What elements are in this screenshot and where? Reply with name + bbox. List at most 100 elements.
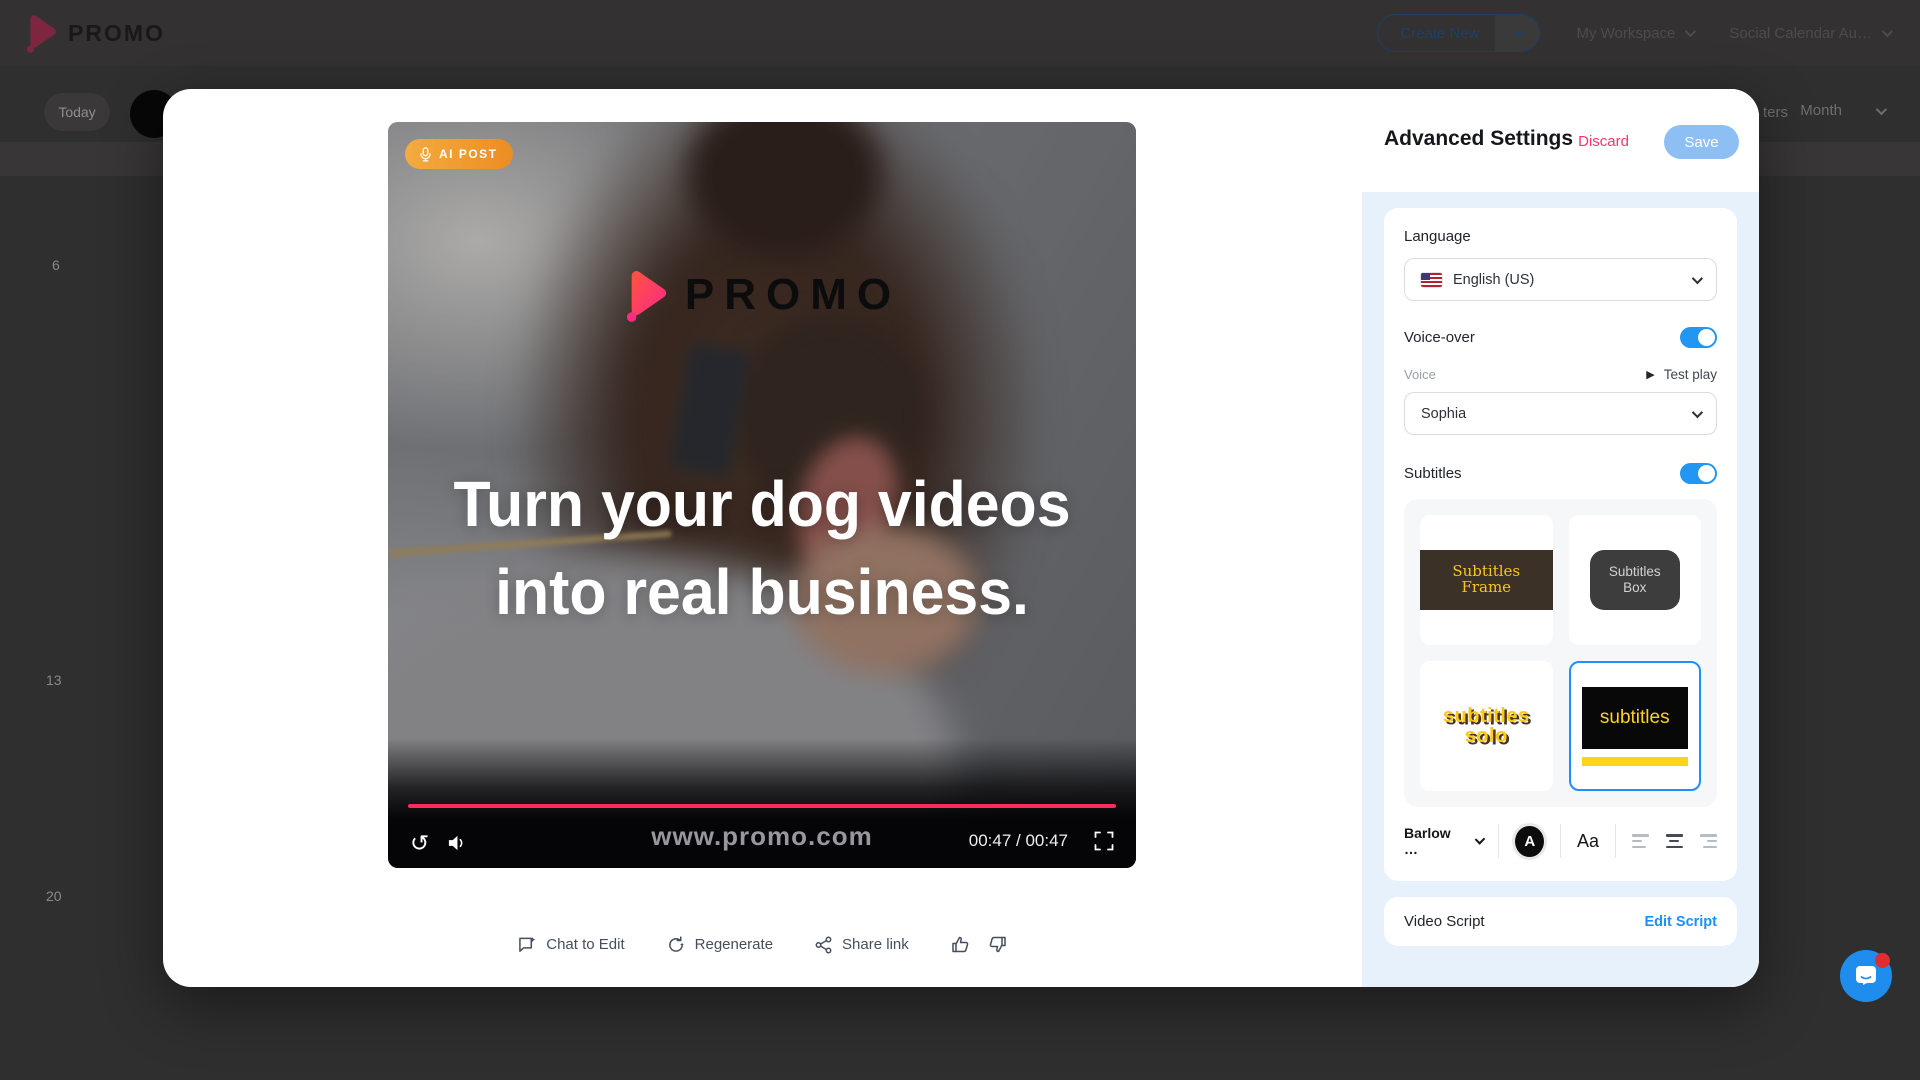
voice-select[interactable]: Sophia (1404, 392, 1717, 435)
subtitle-classic-underline (1582, 757, 1688, 766)
panel-title: Advanced Settings (1384, 127, 1573, 151)
notification-dot (1875, 953, 1890, 968)
share-link-button[interactable]: Share link (815, 936, 909, 954)
chevron-down-icon (1685, 26, 1696, 37)
create-new-label: Create New (1378, 25, 1495, 42)
project-label: Social Calendar Au… (1729, 25, 1872, 42)
subtitle-box-text: Box (1623, 580, 1646, 596)
voice-value: Sophia (1421, 406, 1466, 422)
today-button[interactable]: Today (44, 93, 110, 131)
video-headline: Turn your dog videos into real business. (407, 460, 1118, 637)
chevron-down-icon (1882, 26, 1893, 37)
filters-label-partial[interactable]: ters (1763, 104, 1788, 121)
subtitles-toggle[interactable] (1680, 463, 1717, 484)
play-icon: ▶ (1646, 368, 1654, 381)
toolbar-divider (1560, 824, 1561, 858)
promo-watermark-text: PROMO (685, 270, 901, 320)
chat-edit-icon (518, 936, 537, 954)
calendar-day-number: 6 (52, 257, 60, 273)
toolbar-divider (1615, 824, 1616, 858)
regenerate-button[interactable]: Regenerate (667, 936, 773, 954)
calendar-day-number: 13 (46, 672, 62, 688)
font-case-button[interactable]: Aa (1577, 831, 1599, 852)
month-dropdown[interactable]: Month (1800, 102, 1884, 119)
microphone-icon (420, 147, 431, 162)
chevron-down-icon (1513, 26, 1524, 37)
language-value: English (US) (1453, 272, 1534, 288)
voiceover-toggle[interactable] (1680, 327, 1717, 348)
regenerate-label: Regenerate (695, 936, 773, 953)
video-action-row: Chat to Edit Regenerate Share link (163, 935, 1362, 954)
align-center-button[interactable] (1666, 834, 1683, 848)
us-flag-icon (1421, 273, 1442, 287)
chevron-down-icon (1876, 103, 1887, 114)
chevron-down-icon (1692, 272, 1703, 283)
subtitle-classic-preview: subtitles (1582, 687, 1688, 749)
headline-line1: Turn your dog videos (407, 460, 1118, 548)
top-navbar: PROMO Create New My Workspace Social Cal… (0, 0, 1920, 66)
subtitle-frame-text: Frame (1461, 580, 1511, 596)
month-label: Month (1800, 102, 1842, 119)
language-label: Language (1404, 228, 1717, 245)
subtitle-style-classic-selected[interactable]: subtitles (1569, 661, 1702, 791)
ai-post-badge: AI POST (405, 139, 513, 169)
chat-to-edit-label: Chat to Edit (546, 936, 624, 953)
promo-watermark: PROMO (388, 268, 1136, 322)
share-icon (815, 936, 833, 954)
subtitle-style-box[interactable]: Subtitles Box (1569, 515, 1702, 645)
subtitle-box-text: Subtitles (1609, 564, 1661, 580)
promo-watermark-icon (623, 268, 669, 322)
create-new-button[interactable]: Create New (1377, 14, 1540, 52)
promo-logo[interactable]: PROMO (24, 13, 165, 53)
subtitle-style-solo[interactable]: subtitles solo (1420, 661, 1553, 791)
panel-body: Language English (US) Voice-over Voice ▶… (1362, 192, 1759, 987)
video-preview-modal: AI POST PROMO Turn your dog videos into … (163, 89, 1759, 987)
subtitle-box-preview: Subtitles Box (1590, 550, 1680, 610)
font-color-button[interactable]: A (1515, 826, 1544, 857)
toolbar-divider (1498, 824, 1499, 858)
subtitles-label: Subtitles (1404, 465, 1462, 482)
font-family-dropdown[interactable]: Barlow … (1404, 825, 1482, 857)
video-progress-bar[interactable] (408, 804, 1116, 808)
calendar-day-number: 20 (46, 888, 62, 904)
thumbs-up-button[interactable] (951, 935, 971, 954)
save-button[interactable]: Save (1664, 125, 1739, 159)
thumbs-down-button[interactable] (987, 935, 1007, 954)
font-family-value: Barlow … (1404, 825, 1463, 857)
test-play-button[interactable]: ▶ Test play (1646, 367, 1717, 382)
workspace-label: My Workspace (1576, 25, 1675, 42)
video-control-bar: ↺ www.promo.com 00:47 / 00:47 (388, 738, 1136, 868)
promo-logo-icon (24, 13, 58, 53)
align-right-button[interactable] (1700, 834, 1717, 848)
headline-line2: into real business. (407, 548, 1118, 636)
voice-label: Voice (1404, 367, 1436, 382)
subtitle-solo-text: solo (1443, 726, 1530, 746)
chat-to-edit-button[interactable]: Chat to Edit (518, 936, 624, 954)
subtitle-solo-text: subtitles (1443, 706, 1530, 726)
fullscreen-button[interactable] (1094, 831, 1114, 851)
language-select[interactable]: English (US) (1404, 258, 1717, 301)
video-script-card: Video Script Edit Script (1384, 897, 1737, 946)
subtitle-style-frame[interactable]: Subtitles Frame (1420, 515, 1553, 645)
align-left-button[interactable] (1632, 834, 1649, 848)
ai-post-label: AI POST (439, 147, 498, 161)
create-new-dropdown[interactable] (1495, 15, 1539, 51)
edit-script-button[interactable]: Edit Script (1644, 914, 1717, 930)
project-dropdown[interactable]: Social Calendar Au… (1729, 25, 1890, 42)
advanced-settings-panel: Advanced Settings Discard Save Language … (1362, 89, 1759, 987)
brand-text: PROMO (68, 20, 165, 47)
chevron-down-icon (1692, 406, 1703, 417)
chevron-down-icon (1475, 834, 1486, 845)
workspace-dropdown[interactable]: My Workspace (1576, 25, 1693, 42)
subtitle-classic-text: subtitles (1600, 707, 1670, 729)
video-time-display: 00:47 / 00:47 (969, 831, 1068, 851)
test-play-label: Test play (1664, 367, 1717, 382)
subtitle-style-grid: Subtitles Frame Subtitles Box subtitles (1404, 499, 1717, 807)
voiceover-label: Voice-over (1404, 329, 1475, 346)
discard-button[interactable]: Discard (1578, 133, 1629, 150)
video-script-label: Video Script (1404, 913, 1485, 930)
settings-card: Language English (US) Voice-over Voice ▶… (1384, 208, 1737, 881)
video-player[interactable]: AI POST PROMO Turn your dog videos into … (388, 122, 1136, 868)
panel-header: Advanced Settings Discard Save (1362, 89, 1759, 192)
regenerate-icon (667, 936, 686, 954)
